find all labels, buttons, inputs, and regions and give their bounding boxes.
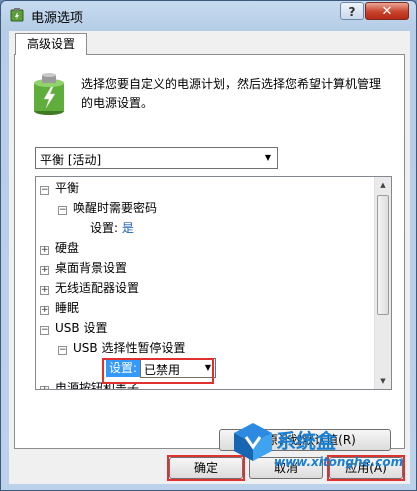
battery-power-icon	[34, 73, 64, 115]
dialog-client-area: 高级设置 选择您要自定义的电源计划，然后选择您希望计算机管理的电源设置。 平衡 …	[9, 31, 410, 484]
tree-item-wake-password[interactable]: − 唤醒时需要密码	[58, 198, 157, 218]
scroll-up-icon[interactable]: ▲	[375, 177, 391, 193]
tree-item-label: 睡眠	[55, 301, 80, 315]
expand-toggle-icon[interactable]: +	[40, 386, 49, 389]
tree-item-usb[interactable]: − USB 设置	[40, 318, 107, 338]
annotation-highlight-box	[102, 358, 214, 384]
tree-item-sleep[interactable]: + 睡眠	[40, 298, 79, 318]
collapse-toggle-icon[interactable]: −	[58, 206, 67, 215]
scroll-down-icon[interactable]: ▼	[375, 373, 391, 389]
power-options-icon	[10, 8, 24, 22]
expand-toggle-icon[interactable]: +	[40, 306, 49, 315]
setting-label: 设置:	[90, 221, 119, 235]
site-watermark: 系统盒 www.xitonghe.com	[230, 419, 410, 483]
plan-description: 选择您要自定义的电源计划，然后选择您希望计算机管理的电源设置。	[81, 77, 382, 110]
power-options-window: 电源选项 ? ✕ 高级设置 选择您要自定义的电源计划，然后选择您希望计算机管理的…	[0, 0, 417, 491]
tree-item-disk[interactable]: + 硬盘	[40, 238, 79, 258]
close-button[interactable]: ✕	[365, 2, 409, 20]
tree-item-label: 平衡	[55, 181, 80, 195]
watermark-text: 系统盒	[276, 429, 336, 453]
tree-item-label: USB 选择性暂停设置	[73, 341, 186, 355]
collapse-toggle-icon[interactable]: −	[58, 346, 67, 355]
tree-item-label: 硬盘	[55, 241, 80, 255]
tree-item-wireless-adapter[interactable]: + 无线适配器设置	[40, 278, 139, 298]
vertical-scrollbar[interactable]: ▲ ▼	[374, 177, 391, 389]
tree-item-label: 桌面背景设置	[55, 261, 128, 275]
tree-item-usb-selective-suspend[interactable]: − USB 选择性暂停设置	[58, 338, 185, 358]
tree-item-wake-setting[interactable]: 设置: 是	[90, 218, 134, 238]
collapse-toggle-icon[interactable]: −	[40, 186, 49, 195]
tree-item-label: 唤醒时需要密码	[73, 201, 158, 215]
collapse-toggle-icon[interactable]: −	[40, 326, 49, 335]
tab-advanced-settings[interactable]: 高级设置	[15, 33, 87, 55]
tree-item-label: 无线适配器设置	[55, 281, 140, 295]
tree-item-balanced[interactable]: − 平衡	[40, 178, 79, 198]
window-title: 电源选项	[31, 11, 84, 26]
power-plan-select[interactable]: 平衡 [活动] ▼	[35, 147, 278, 169]
title-bar[interactable]: 电源选项 ? ✕	[1, 1, 416, 29]
help-button[interactable]: ?	[340, 2, 364, 20]
watermark-url: www.xitonghe.com	[274, 455, 404, 469]
chevron-down-icon[interactable]: ▼	[259, 148, 277, 168]
expand-toggle-icon[interactable]: +	[40, 286, 49, 295]
scrollbar-thumb[interactable]	[377, 195, 389, 315]
expand-toggle-icon[interactable]: +	[40, 246, 49, 255]
power-plan-value: 平衡 [活动]	[40, 153, 102, 167]
setting-value-link[interactable]: 是	[122, 221, 134, 235]
tree-item-label: USB 设置	[55, 321, 108, 335]
expand-toggle-icon[interactable]: +	[40, 266, 49, 275]
advanced-settings-panel: 选择您要自定义的电源计划，然后选择您希望计算机管理的电源设置。 平衡 [活动] …	[14, 54, 405, 451]
tree-item-desktop-background[interactable]: + 桌面背景设置	[40, 258, 127, 278]
watermark-logo-icon	[234, 423, 272, 461]
